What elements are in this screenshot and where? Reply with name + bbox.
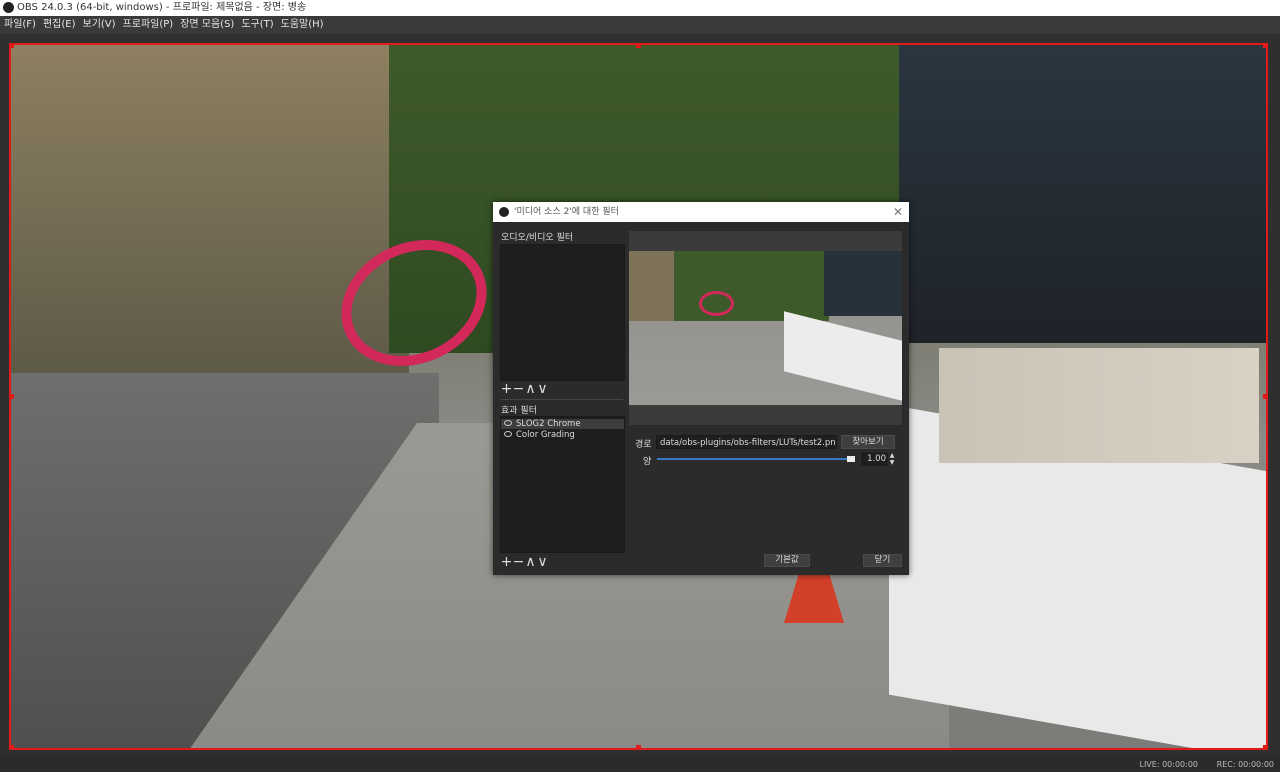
filter-name: Color Grading bbox=[516, 430, 575, 440]
effect-filters-label: 효과 필터 bbox=[501, 406, 537, 416]
resize-handle[interactable] bbox=[1263, 394, 1268, 399]
chevron-down-icon[interactable]: ▼ bbox=[888, 459, 896, 466]
defaults-button[interactable]: 기본값 bbox=[764, 554, 810, 567]
status-bar: LIVE: 00:00:00 REC: 00:00:00 bbox=[0, 756, 1280, 770]
menu-edit[interactable]: 편집(E) bbox=[40, 16, 79, 34]
resize-handle[interactable] bbox=[636, 745, 641, 750]
resize-handle[interactable] bbox=[9, 43, 14, 48]
resize-handle[interactable] bbox=[636, 43, 641, 48]
path-label: 경로 bbox=[635, 440, 652, 450]
add-icon[interactable]: + bbox=[500, 555, 513, 569]
menu-bar: 파일(F) 편집(E) 보기(V) 프로파일(P) 장면 모음(S) 도구(T)… bbox=[0, 16, 1280, 34]
effect-toolbar: +− ∧ ∨ bbox=[500, 555, 548, 569]
eye-icon[interactable] bbox=[504, 431, 512, 437]
preview-left-building bbox=[629, 251, 674, 321]
divider bbox=[500, 399, 623, 400]
obs-logo-icon bbox=[3, 2, 14, 13]
audio-video-filter-list[interactable] bbox=[500, 244, 625, 381]
add-icon[interactable]: + bbox=[500, 382, 513, 396]
audio-video-filters-label: 오디오/비디오 필터 bbox=[501, 233, 574, 243]
menu-tools[interactable]: 도구(T) bbox=[238, 16, 276, 34]
dialog-title: '미디어 소스 2'에 대한 필터 bbox=[514, 207, 619, 217]
resize-handle[interactable] bbox=[1263, 43, 1268, 48]
move-up-icon[interactable]: ∧ bbox=[524, 555, 536, 569]
filter-preview bbox=[629, 231, 902, 425]
move-down-icon[interactable]: ∨ bbox=[536, 382, 548, 396]
menu-help[interactable]: 도움말(H) bbox=[278, 16, 327, 34]
close-button[interactable]: 닫기 bbox=[863, 554, 902, 567]
filter-item-color-grading[interactable]: Color Grading bbox=[501, 430, 624, 440]
resize-handle[interactable] bbox=[1263, 745, 1268, 750]
dialog-titlebar: '미디어 소스 2'에 대한 필터 ✕ bbox=[493, 202, 909, 222]
remove-icon[interactable]: − bbox=[512, 555, 525, 569]
filter-name: SLOG2 Chrome bbox=[516, 419, 581, 429]
menu-profile[interactable]: 프로파일(P) bbox=[120, 16, 177, 34]
amount-label: 양 bbox=[643, 457, 652, 467]
path-input[interactable]: data/obs-plugins/obs-filters/LUTs/test2.… bbox=[656, 435, 837, 449]
move-down-icon[interactable]: ∨ bbox=[536, 555, 548, 569]
amount-slider[interactable] bbox=[657, 458, 855, 460]
window-titlebar: OBS 24.0.3 (64-bit, windows) - 프로파일: 제목없… bbox=[0, 0, 1280, 16]
preview-trees bbox=[669, 251, 829, 321]
eye-icon[interactable] bbox=[504, 420, 512, 426]
filter-preview-image bbox=[629, 251, 902, 405]
amount-spinbox[interactable]: 1.00 bbox=[861, 452, 888, 466]
preview-banner bbox=[784, 311, 902, 401]
filters-dialog: '미디어 소스 2'에 대한 필터 ✕ 오디오/비디오 필터 +− ∧ ∨ 효과 필… bbox=[493, 202, 909, 575]
effect-filter-list[interactable]: SLOG2 Chrome Color Grading bbox=[500, 416, 625, 553]
filter-item-slog2-chrome[interactable]: SLOG2 Chrome bbox=[501, 419, 624, 429]
obs-logo-icon bbox=[499, 207, 509, 217]
preview-building bbox=[824, 251, 902, 316]
resize-handle[interactable] bbox=[9, 394, 14, 399]
menu-view[interactable]: 보기(V) bbox=[80, 16, 119, 34]
audio-video-toolbar: +− ∧ ∨ bbox=[500, 382, 548, 396]
close-icon[interactable]: ✕ bbox=[893, 202, 903, 222]
browse-button[interactable]: 찾아보기 bbox=[841, 435, 895, 449]
resize-handle[interactable] bbox=[9, 745, 14, 750]
menu-file[interactable]: 파일(F) bbox=[1, 16, 39, 34]
move-up-icon[interactable]: ∧ bbox=[524, 382, 536, 396]
chevron-up-icon[interactable]: ▲ bbox=[888, 452, 896, 459]
amount-slider-handle[interactable] bbox=[847, 456, 855, 462]
window-title: OBS 24.0.3 (64-bit, windows) - 프로파일: 제목없… bbox=[17, 2, 307, 13]
spinbox-arrows[interactable]: ▲ ▼ bbox=[888, 452, 896, 466]
preview-sculpture bbox=[699, 291, 734, 316]
menu-scene-collection[interactable]: 장면 모음(S) bbox=[177, 16, 237, 34]
remove-icon[interactable]: − bbox=[512, 382, 525, 396]
